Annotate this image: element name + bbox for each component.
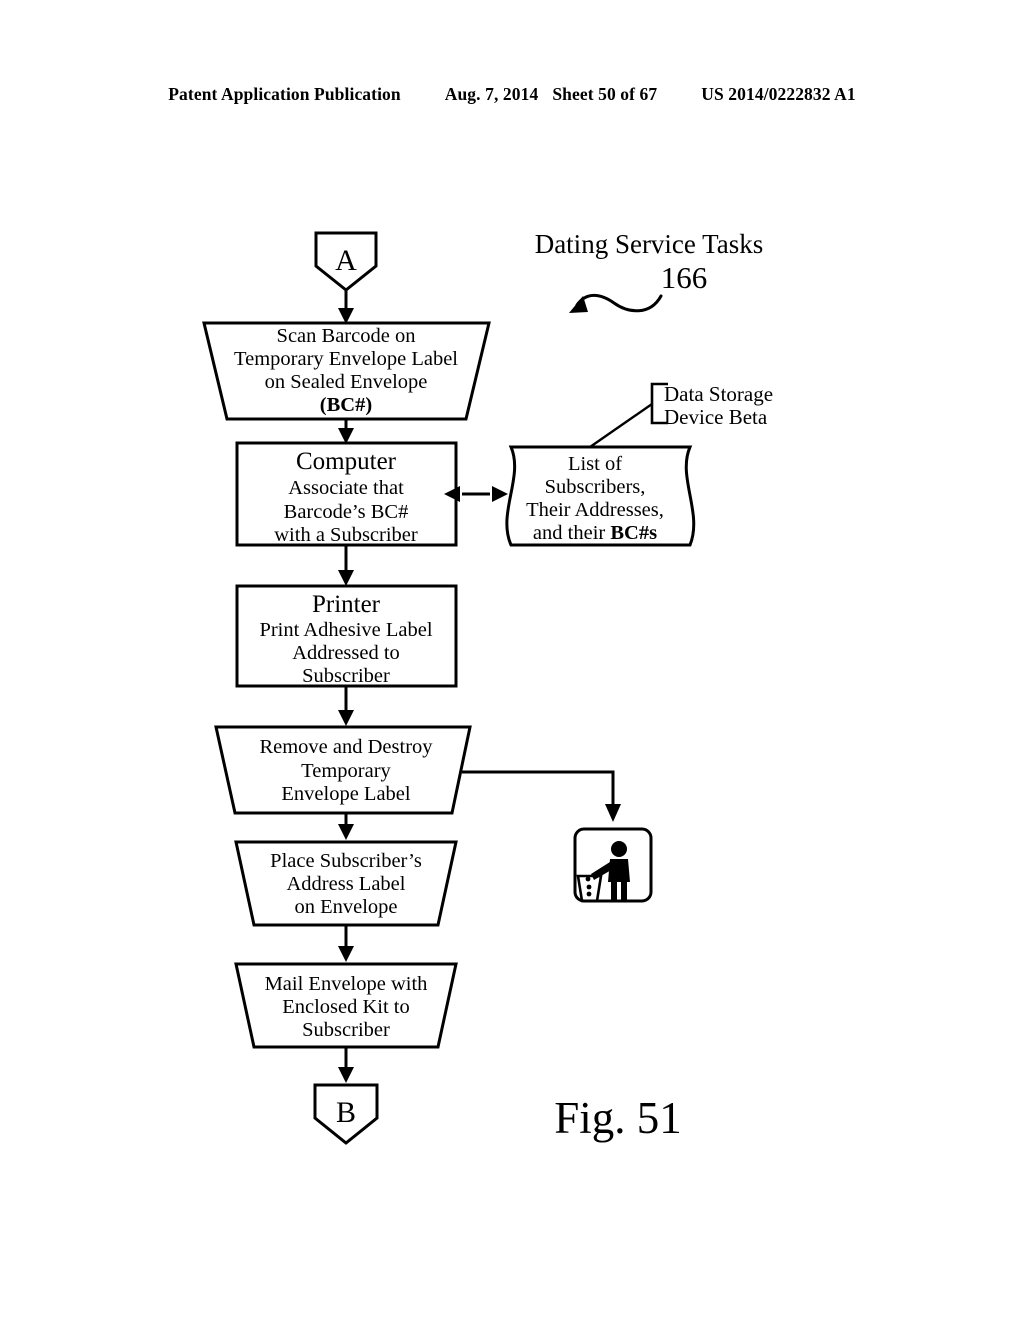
- node-remove-destroy: Remove and Destroy Temporary Envelope La…: [214, 725, 472, 815]
- reference-number: 166: [661, 260, 708, 295]
- connector-b-label: B: [336, 1096, 356, 1129]
- arrow-remove-to-trash: [462, 770, 621, 822]
- arrow-a-to-scan: [338, 288, 354, 324]
- arrow-computer-to-printer: [338, 545, 354, 586]
- reference-leader-arrow: [569, 293, 663, 313]
- node-printer-line1: Print Adhesive Label: [259, 619, 432, 641]
- node-subscriber-list: List of Subscribers, Their Addresses, an…: [505, 445, 696, 547]
- connector-a-label: A: [335, 244, 357, 277]
- node-printer-line2: Addressed to: [292, 642, 400, 664]
- node-mail-line2: Enclosed Kit to: [282, 996, 410, 1018]
- node-remove-line1: Remove and Destroy: [259, 736, 433, 758]
- node-place-address-label: Place Subscriber’s Address Label on Enve…: [234, 840, 458, 927]
- node-computer-title: Computer: [296, 448, 397, 475]
- node-remove-line2: Temporary: [301, 760, 391, 782]
- arrow-printer-to-remove: [338, 686, 354, 726]
- node-scan-barcode: Scan Barcode on Temporary Envelope Label…: [202, 321, 491, 421]
- figure-caption: Fig. 51: [554, 1093, 682, 1143]
- node-place-line3: on Envelope: [294, 896, 397, 918]
- node-computer-line3: with a Subscriber: [274, 524, 418, 546]
- arrow-mail-to-connector-b: [338, 1047, 354, 1083]
- node-printer: Printer Print Adhesive Label Addressed t…: [235, 584, 458, 688]
- node-database-line1: List of: [568, 453, 622, 475]
- arrow-place-to-mail: [338, 925, 354, 962]
- node-scan-line1: Scan Barcode on: [277, 325, 416, 347]
- node-mail-envelope: Mail Envelope with Enclosed Kit to Subsc…: [234, 962, 458, 1049]
- callout-line1: Data Storage: [664, 382, 773, 406]
- node-remove-line3: Envelope Label: [281, 783, 411, 805]
- node-database-line4-plain: and their: [533, 522, 610, 544]
- node-database-line3: Their Addresses,: [526, 499, 664, 521]
- dispose-in-bin-icon: [573, 827, 653, 903]
- node-computer-line2: Barcode’s BC#: [284, 501, 409, 523]
- node-scan-line4: (BC#): [320, 394, 372, 416]
- arrow-scan-to-computer: [338, 419, 354, 444]
- flowchart-figure: Dating Service Tasks 166 A Scan Barcode …: [0, 0, 1024, 1320]
- node-printer-line3: Subscriber: [302, 665, 390, 687]
- node-database-line4: and their BC#s: [533, 522, 657, 544]
- node-scan-line2: Temporary Envelope Label: [234, 348, 458, 370]
- node-mail-line1: Mail Envelope with: [265, 973, 428, 995]
- node-mail-line3: Subscriber: [302, 1019, 390, 1041]
- node-place-line2: Address Label: [287, 873, 406, 895]
- node-computer-line1: Associate that: [288, 477, 404, 499]
- node-printer-title: Printer: [312, 591, 381, 618]
- node-computer: Computer Associate that Barcode’s BC# wi…: [235, 441, 458, 547]
- node-database-line4-bold: BC#s: [610, 522, 657, 544]
- callout-line2: Device Beta: [664, 405, 768, 429]
- node-database-line2: Subscribers,: [545, 476, 646, 498]
- figure-title: Dating Service Tasks: [535, 229, 764, 259]
- connector-b: B: [313, 1083, 379, 1145]
- node-place-line1: Place Subscriber’s: [270, 850, 422, 872]
- callout-data-storage-device-beta: Data Storage Device Beta: [589, 382, 773, 448]
- arrow-remove-to-place: [338, 813, 354, 840]
- node-scan-line3: on Sealed Envelope: [265, 371, 428, 393]
- connector-a: A: [314, 231, 378, 292]
